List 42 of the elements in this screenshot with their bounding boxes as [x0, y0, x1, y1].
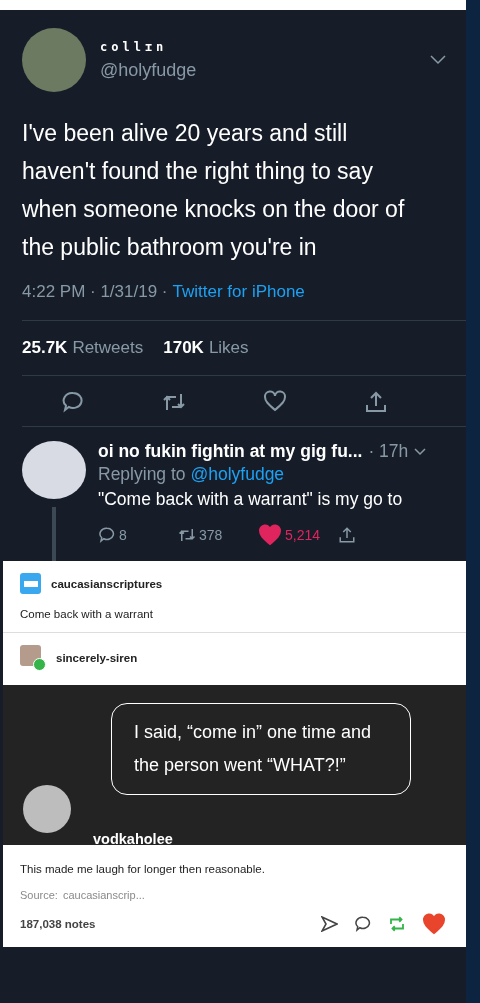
comment-icon[interactable]: [98, 526, 116, 544]
display-name: oi no fukin fightin at my gig fu...: [98, 441, 363, 462]
comment-icon[interactable]: [60, 390, 85, 414]
chevron-down-icon[interactable]: [430, 55, 446, 65]
blog-avatar-icon: [20, 573, 41, 594]
heart-icon[interactable]: [258, 524, 282, 546]
source-link[interactable]: caucasianscrip...: [62, 889, 145, 901]
source-link[interactable]: Twitter for iPhone: [172, 282, 305, 302]
avatar-photo: [23, 785, 71, 833]
retweets-label: Retweets: [72, 338, 144, 358]
post-text: Come back with a warrant: [20, 608, 154, 620]
like-count: 170K: [163, 338, 204, 358]
replying-label: Replying to: [98, 464, 186, 484]
likes-label: Likes: [208, 338, 249, 358]
reply-count: 8: [119, 527, 127, 543]
share-icon[interactable]: [338, 526, 356, 544]
retweet-count: 25.7K: [22, 338, 68, 358]
comment-icon[interactable]: [354, 915, 372, 933]
username[interactable]: caucasianscriptures: [51, 577, 163, 590]
reply-text: "Come back with a warrant" is my go to: [98, 489, 404, 510]
retweet-count: 378: [199, 527, 223, 543]
speech-bubble: I said, “come in” one time and the person went “WHAT?!”: [111, 703, 411, 795]
source-label: Source:: [20, 889, 58, 901]
notes-count[interactable]: 187,038 notes: [20, 918, 321, 930]
mention-link[interactable]: @holyfudge: [190, 464, 285, 484]
tweet-text: I've been alive 20 years and still haven't found the right thing to say when someone knocks on the door of the public bathroom you're in: [22, 119, 406, 262]
like-count: 5,214: [285, 527, 321, 543]
user-handle: @holyfudge: [100, 59, 198, 81]
chevron-down-icon[interactable]: [414, 447, 427, 456]
share-icon[interactable]: [363, 390, 388, 414]
username: vodkaholee: [93, 831, 173, 847]
timestamp: 4:22 PM · 1/31/19 ·: [22, 282, 168, 302]
heart-icon[interactable]: [422, 913, 446, 935]
comment-text: This made me laugh for longer then reasonable.: [19, 862, 266, 875]
display-name: collɪn: [100, 39, 169, 54]
heart-icon[interactable]: [262, 390, 287, 412]
reblog-avatar-icon: [20, 645, 46, 671]
send-icon[interactable]: [321, 916, 338, 932]
retweet-icon[interactable]: [178, 526, 196, 544]
reply-time: · 17h: [368, 441, 409, 462]
reblog-icon[interactable]: [388, 915, 406, 933]
username[interactable]: sincerely-siren: [56, 652, 138, 664]
